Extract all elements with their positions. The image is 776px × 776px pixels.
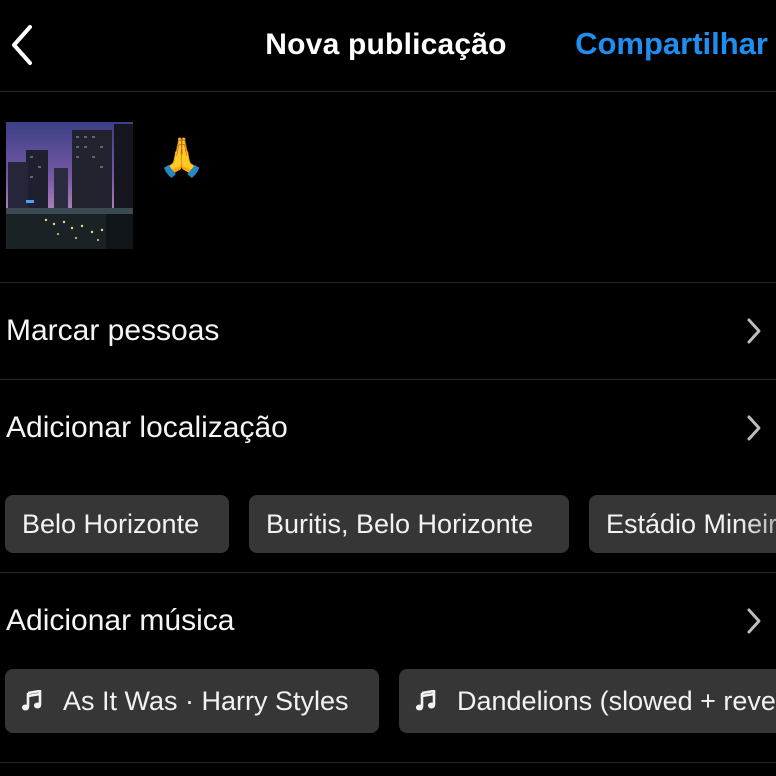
chevron-left-icon <box>12 25 32 65</box>
add-music-label: Adicionar música <box>6 604 235 637</box>
music-note-icon <box>415 690 436 711</box>
tag-people-row[interactable]: Marcar pessoas <box>0 283 776 380</box>
music-chip-label: Dandelions (slowed + reverb) <box>457 686 776 716</box>
add-location-label: Adicionar localização <box>6 411 288 444</box>
city-dusk-photo <box>6 122 133 249</box>
share-button[interactable]: Compartilhar <box>575 26 768 62</box>
location-chip[interactable]: Estádio Mineirão <box>589 495 776 553</box>
caption-text[interactable]: 🙏 <box>158 136 205 180</box>
post-preview: 🙏 <box>0 92 776 283</box>
music-chip[interactable]: As It Was · Harry Styles <box>5 669 379 733</box>
chevron-right-icon <box>747 318 761 344</box>
add-location-row[interactable]: Adicionar localização <box>0 380 776 476</box>
post-thumbnail[interactable] <box>6 122 133 249</box>
music-suggestions: As It Was · Harry Styles Dandelions (slo… <box>0 669 776 733</box>
location-chip[interactable]: Buritis, Belo Horizonte <box>249 495 569 553</box>
tag-people-label: Marcar pessoas <box>6 314 220 347</box>
chevron-right-icon <box>747 608 761 634</box>
music-chip[interactable]: Dandelions (slowed + reverb) <box>399 669 776 733</box>
top-bar: Nova publicação Compartilhar <box>0 0 776 92</box>
location-chip[interactable]: Belo Horizonte <box>5 495 229 553</box>
music-note-icon <box>21 690 42 711</box>
location-suggestions: Belo Horizonte Buritis, Belo Horizonte E… <box>0 495 776 553</box>
back-button[interactable] <box>4 22 40 68</box>
add-music-row[interactable]: Adicionar música <box>0 573 776 669</box>
music-chip-label: As It Was · Harry Styles <box>63 686 349 716</box>
chevron-right-icon <box>747 415 761 441</box>
divider <box>0 762 776 763</box>
